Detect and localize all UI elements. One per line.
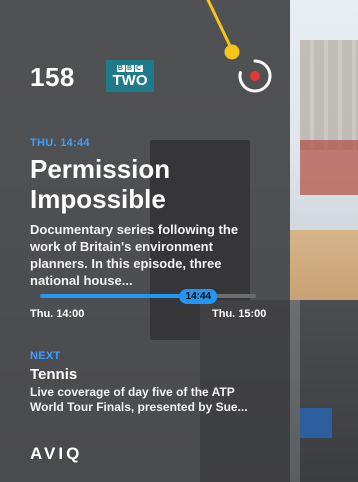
program-description: Documentary series following the work of…: [30, 222, 239, 288]
program-end-time: Thu. 15:00: [212, 308, 267, 320]
logo-letter: B: [125, 64, 135, 72]
background-building: [300, 40, 358, 150]
logo-top-text: BBC: [116, 64, 144, 72]
background-shelf: [290, 300, 358, 482]
program-start-time: Thu. 14:00: [30, 308, 85, 320]
bbc-two-logo-icon: BBC TWO: [106, 60, 154, 92]
progress-current-time: 14:44: [179, 289, 218, 304]
progress-fill: [40, 294, 199, 298]
channel-info-panel: 158 BBC TWO THU. 14:44 Permission Imposs…: [0, 0, 290, 482]
background-desk: [290, 230, 358, 310]
current-time-label: THU. 14:44: [30, 137, 90, 149]
next-label: NEXT: [30, 350, 61, 362]
next-program-description: Live coverage of day five of the ATP Wor…: [30, 385, 248, 414]
background-red-object: [300, 140, 358, 195]
aviq-logo: AVIQ: [30, 444, 82, 464]
pointer-cursor-icon: [206, 0, 240, 60]
brand-name: AVIQ: [30, 444, 83, 463]
progress-track: [40, 294, 256, 298]
program-title: Permission Impossible: [30, 154, 171, 214]
channel-number: 158: [30, 62, 75, 92]
logo-bottom-text: TWO: [112, 71, 148, 89]
logo-letter: C: [135, 64, 144, 72]
logo-letter: B: [116, 64, 125, 72]
next-program-title[interactable]: Tennis: [30, 366, 77, 383]
